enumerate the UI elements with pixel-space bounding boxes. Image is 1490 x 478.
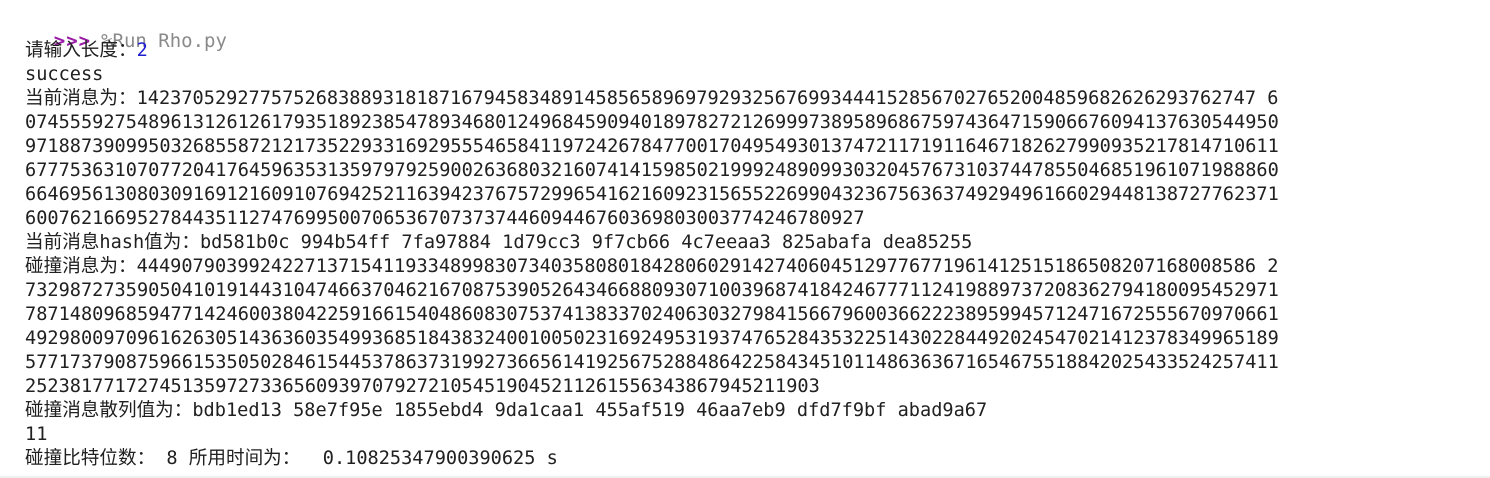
length-input-line: 请输入长度：2 (25, 39, 1490, 63)
collision-hash-value: bdb1ed13 58e7f95e 1855ebd4 9da1caa1 455a… (192, 400, 988, 421)
time-label: 所用时间为： (188, 448, 301, 469)
summary-bits: 8 (166, 448, 178, 469)
length-value: 2 (136, 40, 148, 61)
summary-label: 碰撞比特位数： (25, 448, 156, 469)
time-unit: s (546, 448, 558, 469)
collision-line-5: 5771737908759661535050284615445378637319… (25, 352, 1279, 373)
summary-line: 碰撞比特位数： 8 所用时间为： 0.10825347900390625 s (25, 447, 1490, 471)
collision-hash-line: 碰撞消息散列值为：bdb1ed13 58e7f95e 1855ebd4 9da1… (25, 399, 1490, 423)
collision-label: 碰撞消息为： (25, 256, 137, 277)
count-line: 11 (25, 424, 48, 445)
time-value: 0.10825347900390625 (322, 448, 536, 469)
collision-line-6: 2523817717274513597273365609397079272105… (25, 376, 820, 397)
collision-line-1: 碰撞消息为：4449079039924227137154119334899830… (25, 255, 1490, 279)
message-line-1: 当前消息为：1423705292775752683889318187167945… (25, 87, 1490, 111)
length-prompt: 请输入长度： (25, 40, 137, 61)
program-output: 请输入长度：2 success 当前消息为：142370529277575268… (25, 39, 1490, 471)
message-label: 当前消息为： (25, 88, 137, 109)
message-line-2: 0745559275489613126126179351892385478934… (25, 112, 1279, 133)
collision-line-4: 4929800970961626305143636035499368518438… (25, 328, 1279, 349)
status-line: success (25, 64, 104, 85)
hash-line: 当前消息hash值为：bd581b0c 994b54ff 7fa97884 1d… (25, 231, 1490, 255)
collision-line-2: 7329872735905041019144310474663704621670… (25, 280, 1279, 301)
shell-console[interactable]: >>> %Run Rho.py 请输入长度：2 success 当前消息为：142… (0, 0, 1490, 478)
collision-hash-label: 碰撞消息散列值为： (25, 400, 193, 421)
collision-text: 4449079039924227137154119334899830734035… (136, 256, 1279, 277)
command-line: >>> %Run Rho.py (8, 2, 227, 52)
collision-line-3: 7871480968594771424600380422591661540486… (25, 304, 1279, 325)
message-line-3: 9718873909950326855872121735229331692955… (25, 136, 1279, 157)
message-line-4: 6777536310707720417645963531359797925900… (25, 160, 1279, 181)
message-line-5: 6646956130803091691216091076942521163942… (25, 184, 1279, 205)
message-line-6: 6007621669527844351127476995007065367073… (25, 208, 865, 229)
hash-value: bd581b0c 994b54ff 7fa97884 1d79cc3 9f7cb… (199, 232, 973, 253)
hash-label: 当前消息hash值为： (25, 232, 200, 253)
message-text: 1423705292775752683889318187167945834891… (136, 88, 1279, 109)
